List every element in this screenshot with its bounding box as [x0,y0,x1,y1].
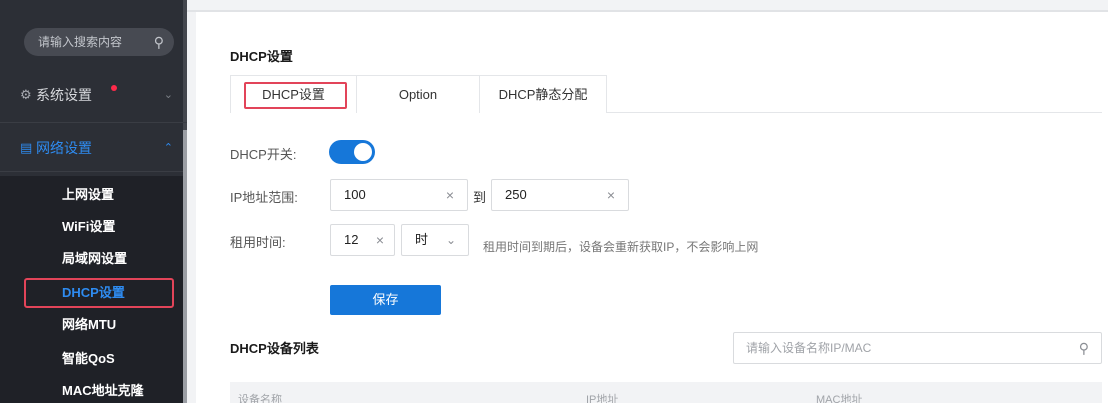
lease-time-label: 租用时间: [230,235,286,250]
lease-hint: 租用时间到期后，设备会重新获取IP，不会影响上网 [483,240,759,254]
lease-unit-value: 时 [415,232,429,247]
active-item-highlight [24,278,174,308]
tab-option[interactable]: Option [356,75,480,113]
sidebar: 请输入搜索内容 ⚲ ⚙ 系统设置 ⌄ ▤ 网络设置 ⌃ 上网设置 WiFi设置 … [0,0,187,403]
notification-dot [111,85,117,91]
app-root: 请输入搜索内容 ⚲ ⚙ 系统设置 ⌄ ▤ 网络设置 ⌃ 上网设置 WiFi设置 … [0,0,1108,403]
sidebar-item-mtu[interactable]: 网络MTU [62,314,116,336]
tab-dhcp-settings[interactable]: DHCP设置 [230,75,357,113]
ip-range-start-value: 100 [344,187,366,202]
dhcp-switch-toggle[interactable] [329,140,375,164]
search-icon[interactable]: ⚲ [154,28,164,56]
sidebar-group-network[interactable]: ▤ 网络设置 ⌃ [0,122,187,172]
gear-icon: ⚙ [20,87,32,102]
page-title: DHCP设置 [230,49,293,64]
lease-unit-select[interactable]: 时 ⌄ [401,224,469,256]
sidebar-group-system[interactable]: ⚙ 系统设置 ⌄ [0,70,187,120]
device-search-input[interactable]: 请输入设备名称IP/MAC ⚲ [733,332,1102,364]
column-mac-address: MAC地址 [816,394,863,403]
device-search-placeholder: 请输入设备名称IP/MAC [746,341,872,355]
sidebar-item-lan[interactable]: 局域网设置 [62,248,127,270]
chevron-down-icon: ⌄ [163,89,173,101]
clear-icon[interactable]: × [607,180,615,210]
sidebar-item-wifi[interactable]: WiFi设置 [62,216,115,238]
active-tab-highlight [244,82,347,109]
sidebar-item-qos[interactable]: 智能QoS [62,348,115,370]
column-ip-address: IP地址 [586,394,619,403]
ip-range-end-value: 250 [505,187,527,202]
document-icon: ▤ [20,140,33,155]
save-button[interactable]: 保存 [330,285,441,315]
lease-time-value: 12 [344,232,359,247]
sidebar-scrollbar[interactable] [183,130,187,403]
range-separator: 到 [473,190,487,205]
clear-icon[interactable]: × [376,225,384,255]
lease-time-input[interactable]: 12 × [330,224,395,256]
sidebar-item-internet[interactable]: 上网设置 [62,184,114,206]
ip-range-end-input[interactable]: 250 × [491,179,629,211]
column-device-name: 设备名称 [238,394,282,403]
device-list-title: DHCP设备列表 [230,341,319,356]
device-table-header: 设备名称 IP地址 MAC地址 [230,382,1102,403]
clear-icon[interactable]: × [446,180,454,210]
search-icon[interactable]: ⚲ [1079,333,1089,363]
sidebar-group-label: 网络设置 [36,140,92,156]
dhcp-switch-label: DHCP开关: [230,147,297,162]
sidebar-search-placeholder: 请输入搜索内容 [38,35,123,49]
tab-bar: DHCP设置 Option DHCP静态分配 [230,75,1102,113]
sidebar-item-mac-clone[interactable]: MAC地址克隆 [62,380,144,402]
sidebar-search-input[interactable]: 请输入搜索内容 ⚲ [24,28,174,56]
main-panel: DHCP设置 DHCP设置 Option DHCP静态分配 DHCP开关: IP… [196,12,1108,403]
toggle-knob [354,143,372,161]
sidebar-group-label: 系统设置 [36,87,92,103]
chevron-down-icon: ⌄ [445,233,456,247]
tab-dhcp-static[interactable]: DHCP静态分配 [479,75,607,113]
ip-range-label: IP地址范围: [230,190,298,205]
chevron-up-icon: ⌃ [163,142,173,154]
ip-range-start-input[interactable]: 100 × [330,179,468,211]
